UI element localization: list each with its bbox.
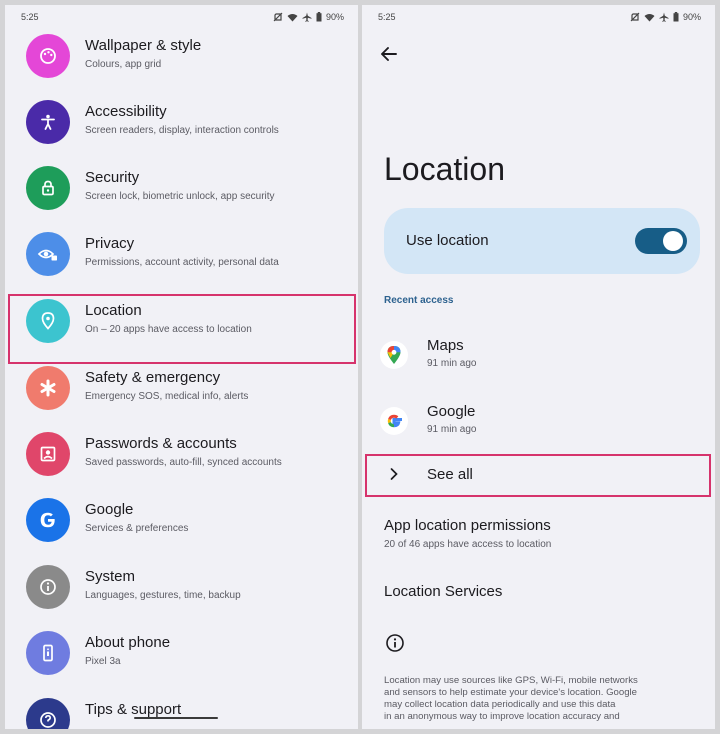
settings-item-text: Passwords & accounts Saved passwords, au… — [85, 435, 282, 469]
settings-item-privacy[interactable]: Privacy Permissions, account activity, p… — [5, 221, 358, 287]
settings-item-text: Accessibility Screen readers, display, i… — [85, 103, 279, 137]
recent-app-name: Maps — [427, 337, 464, 354]
status-time: 5:25 — [378, 12, 396, 22]
settings-item-text: Security Screen lock, biometric unlock, … — [85, 169, 275, 203]
account-box-icon — [26, 432, 70, 476]
settings-item-security[interactable]: Security Screen lock, biometric unlock, … — [5, 155, 358, 221]
recent-access-label: Recent access — [384, 295, 454, 306]
recent-app-google[interactable]: Google 91 min ago — [362, 393, 715, 453]
settings-item-subtitle: Pixel 3a — [85, 656, 121, 667]
status-icons: 90% — [630, 12, 701, 22]
status-time: 5:25 — [21, 12, 39, 22]
settings-item-location[interactable]: Location On – 20 apps have access to loc… — [5, 288, 358, 354]
disclaimer-line: and sensors to help estimate your device… — [384, 687, 638, 698]
settings-item-title: System — [85, 568, 136, 585]
recent-app-time: 91 min ago — [427, 358, 477, 369]
google-logo-icon — [380, 407, 408, 435]
settings-item-accessibility[interactable]: Accessibility Screen readers, display, i… — [5, 89, 358, 155]
page-title: Location — [384, 151, 505, 187]
info-icon — [26, 565, 70, 609]
settings-item-title: About phone — [85, 634, 171, 651]
settings-item-wallpaper-style[interactable]: Wallpaper & style Colours, app grid — [5, 23, 358, 89]
settings-item-text: Google Services & preferences — [85, 501, 188, 535]
settings-screen: 5:25 90% Wallpaper & style Colours, app … — [5, 5, 358, 729]
phone-icon — [26, 631, 70, 675]
toggle-thumb — [663, 231, 683, 251]
google-g-icon — [26, 498, 70, 542]
settings-item-text: About phone Pixel 3a — [85, 634, 170, 668]
battery-icon — [316, 12, 322, 22]
location-disclaimer-text: Location may use sources like GPS, Wi-Fi… — [384, 675, 694, 723]
info-icon — [386, 634, 404, 652]
gesture-nav-handle[interactable] — [134, 717, 218, 719]
settings-item-subtitle: Screen lock, biometric unlock, app secur… — [85, 191, 275, 202]
settings-item-passwords-accounts[interactable]: Passwords & accounts Saved passwords, au… — [5, 421, 358, 487]
settings-item-text: Wallpaper & style Colours, app grid — [85, 37, 201, 71]
settings-item-tips-support[interactable]: Tips & support — [5, 687, 358, 729]
maps-pin-icon — [380, 341, 408, 369]
see-all-label: See all — [427, 466, 473, 483]
eye-lock-icon — [26, 232, 70, 276]
settings-item-text: Privacy Permissions, account activity, p… — [85, 235, 279, 269]
use-location-card[interactable]: Use location — [384, 208, 700, 274]
settings-item-subtitle: Services & preferences — [85, 523, 189, 534]
lock-icon — [26, 166, 70, 210]
recent-app-time: 91 min ago — [427, 424, 477, 435]
settings-item-subtitle: Permissions, account activity, personal … — [85, 257, 279, 268]
disclaimer-line: may collect location data periodically a… — [384, 699, 616, 710]
airplane-icon — [659, 12, 669, 22]
settings-item-title: Security — [85, 169, 140, 186]
status-bar: 5:25 90% — [362, 5, 715, 29]
settings-item-title: Privacy — [85, 235, 135, 252]
settings-item-text: Location On – 20 apps have access to loc… — [85, 302, 252, 336]
battery-level: 90% — [325, 12, 344, 22]
settings-item-text: Safety & emergency Emergency SOS, medica… — [85, 369, 248, 403]
help-icon — [26, 698, 70, 729]
settings-item-title: Location — [85, 302, 142, 319]
wifi-icon — [644, 13, 655, 21]
airplane-icon — [302, 12, 312, 22]
settings-item-subtitle: Saved passwords, auto-fill, synced accou… — [85, 457, 282, 468]
recent-app-name: Google — [427, 403, 476, 420]
settings-item-text: System Languages, gestures, time, backup — [85, 568, 241, 602]
settings-item-title: Google — [85, 501, 134, 518]
battery-icon — [673, 12, 679, 22]
settings-item-title: Safety & emergency — [85, 369, 221, 386]
wifi-icon — [287, 13, 298, 21]
settings-item-system[interactable]: System Languages, gestures, time, backup — [5, 554, 358, 620]
disclaimer-line: Location may use sources like GPS, Wi-Fi… — [384, 675, 638, 686]
settings-item-subtitle: Emergency SOS, medical info, alerts — [85, 391, 249, 402]
location-services-row[interactable]: Location Services — [384, 583, 502, 600]
recent-app-text: Google 91 min ago — [427, 403, 476, 435]
settings-item-subtitle: Colours, app grid — [85, 59, 162, 70]
use-location-toggle[interactable] — [635, 228, 687, 254]
settings-item-title: Accessibility — [85, 103, 167, 120]
recent-app-text: Maps 91 min ago — [427, 337, 476, 369]
use-location-label: Use location — [406, 232, 489, 249]
back-arrow-icon[interactable] — [378, 43, 400, 65]
settings-item-about-phone[interactable]: About phone Pixel 3a — [5, 620, 358, 686]
recent-app-maps[interactable]: Maps 91 min ago — [362, 327, 715, 387]
no-sim-icon — [630, 12, 640, 22]
settings-item-google[interactable]: Google Services & preferences — [5, 487, 358, 553]
battery-level: 90% — [682, 12, 701, 22]
accessibility-icon — [26, 100, 70, 144]
disclaimer-line: in an anonymous way to improve location … — [384, 711, 620, 722]
location-pin-icon — [26, 299, 70, 343]
app-location-permissions-subtitle: 20 of 46 apps have access to location — [384, 539, 552, 550]
settings-item-title: Passwords & accounts — [85, 435, 237, 452]
no-sim-icon — [273, 12, 283, 22]
settings-item-subtitle: Languages, gestures, time, backup — [85, 590, 241, 601]
palette-icon — [26, 34, 70, 78]
chevron-right-icon — [390, 468, 398, 480]
see-all-button[interactable]: See all — [362, 455, 715, 495]
settings-item-subtitle: Screen readers, display, interaction con… — [85, 125, 279, 136]
settings-item-title: Wallpaper & style — [85, 37, 202, 54]
app-location-permissions-title: App location permissions — [384, 517, 551, 534]
asterisk-icon — [26, 366, 70, 410]
location-settings-screen: 5:25 90% Location Use location Recent ac… — [362, 5, 715, 729]
settings-item-subtitle: On – 20 apps have access to location — [85, 324, 252, 335]
settings-item-safety-emergency[interactable]: Safety & emergency Emergency SOS, medica… — [5, 355, 358, 421]
status-icons: 90% — [273, 12, 344, 22]
